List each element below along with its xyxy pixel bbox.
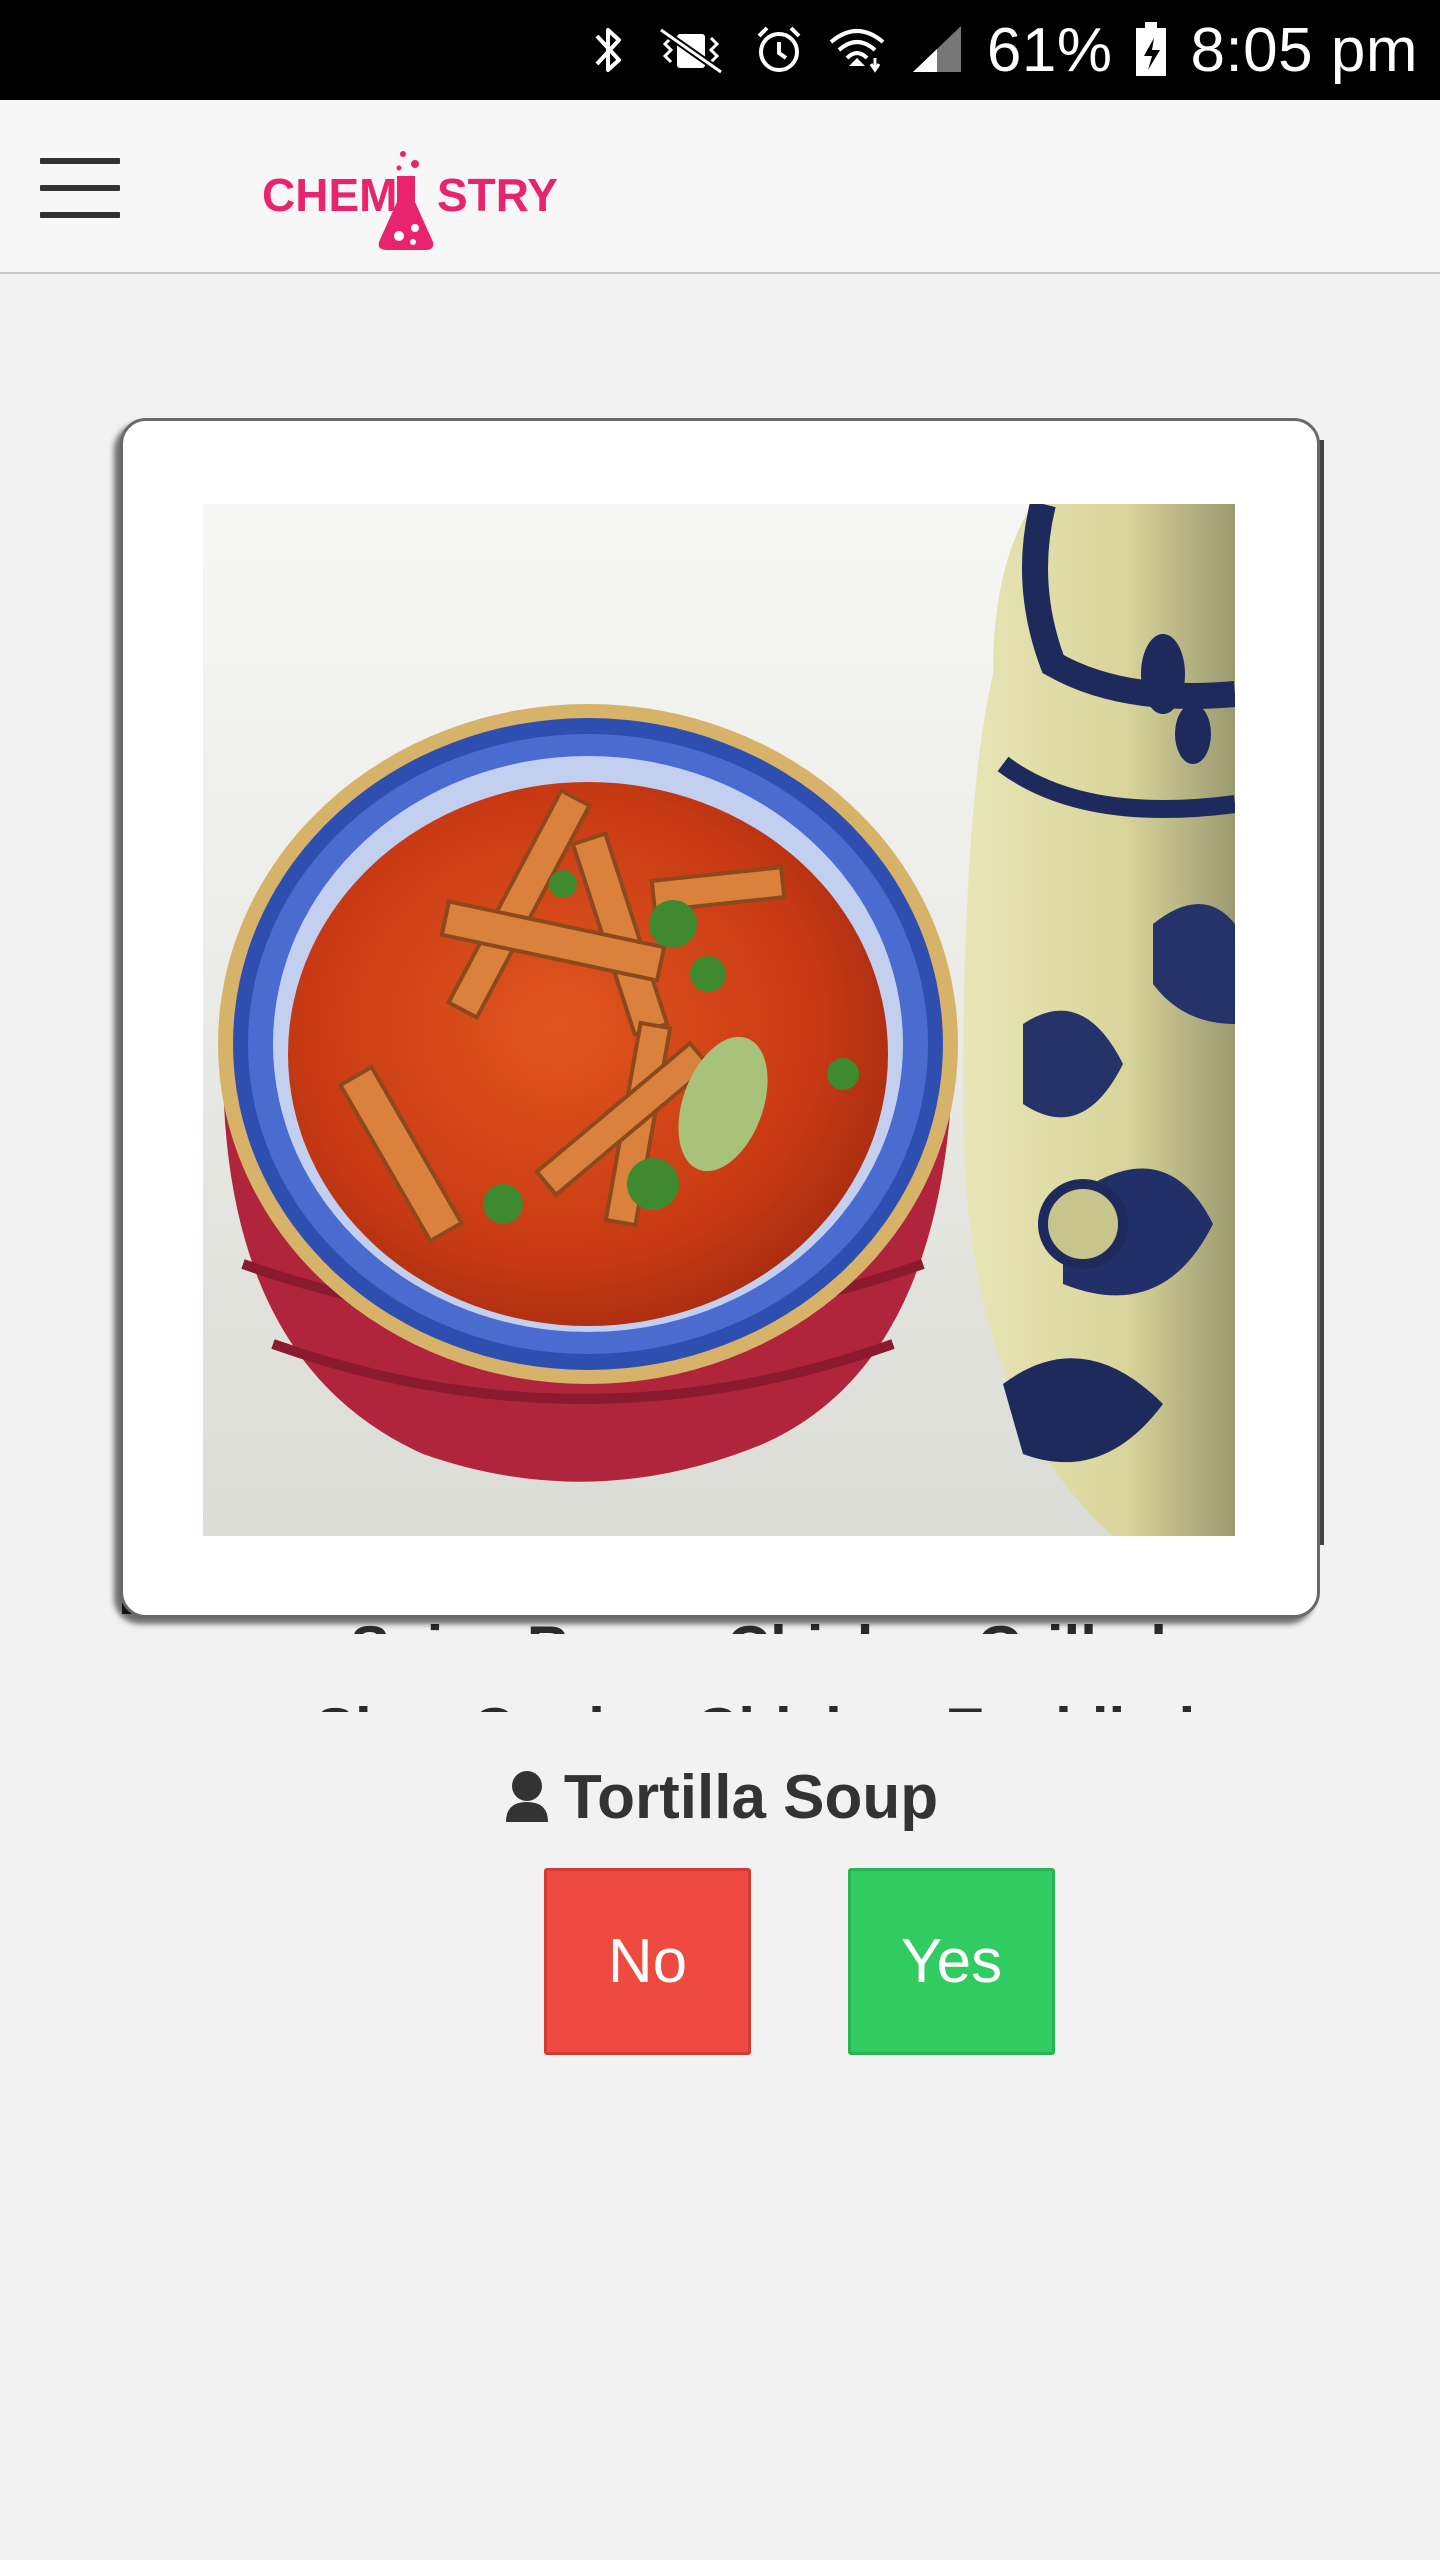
recipe-title: Tortilla Soup xyxy=(0,1762,1440,1833)
app-logo: CHEM STRY xyxy=(262,150,562,252)
alarm-icon xyxy=(757,26,801,72)
wifi-icon xyxy=(829,29,885,73)
no-button[interactable]: No xyxy=(544,1868,751,2055)
flask-icon xyxy=(378,151,434,250)
hamburger-menu-icon[interactable] xyxy=(40,158,120,218)
recipe-title-text: Tortilla Soup xyxy=(563,1763,939,1832)
bluetooth-icon xyxy=(595,28,621,72)
clock: 8:05 pm xyxy=(1190,15,1418,85)
status-bar: 61% 8:05 pm xyxy=(0,0,1440,100)
back-card-title: Slow Cooker Chicken Enchiladas xyxy=(315,1680,1255,1712)
battery-icon xyxy=(1136,22,1167,76)
vibrate-icon xyxy=(658,27,723,75)
person-icon xyxy=(505,1771,548,1822)
soup-photo xyxy=(203,504,1235,1536)
yes-button[interactable]: Yes xyxy=(848,1868,1055,2055)
battery-percent: 61% xyxy=(986,15,1113,85)
app-bar: CHEM STRY xyxy=(0,100,1440,274)
signal-icon xyxy=(912,26,961,72)
recipe-photo xyxy=(203,504,1235,1536)
recipe-card[interactable] xyxy=(120,418,1320,1618)
